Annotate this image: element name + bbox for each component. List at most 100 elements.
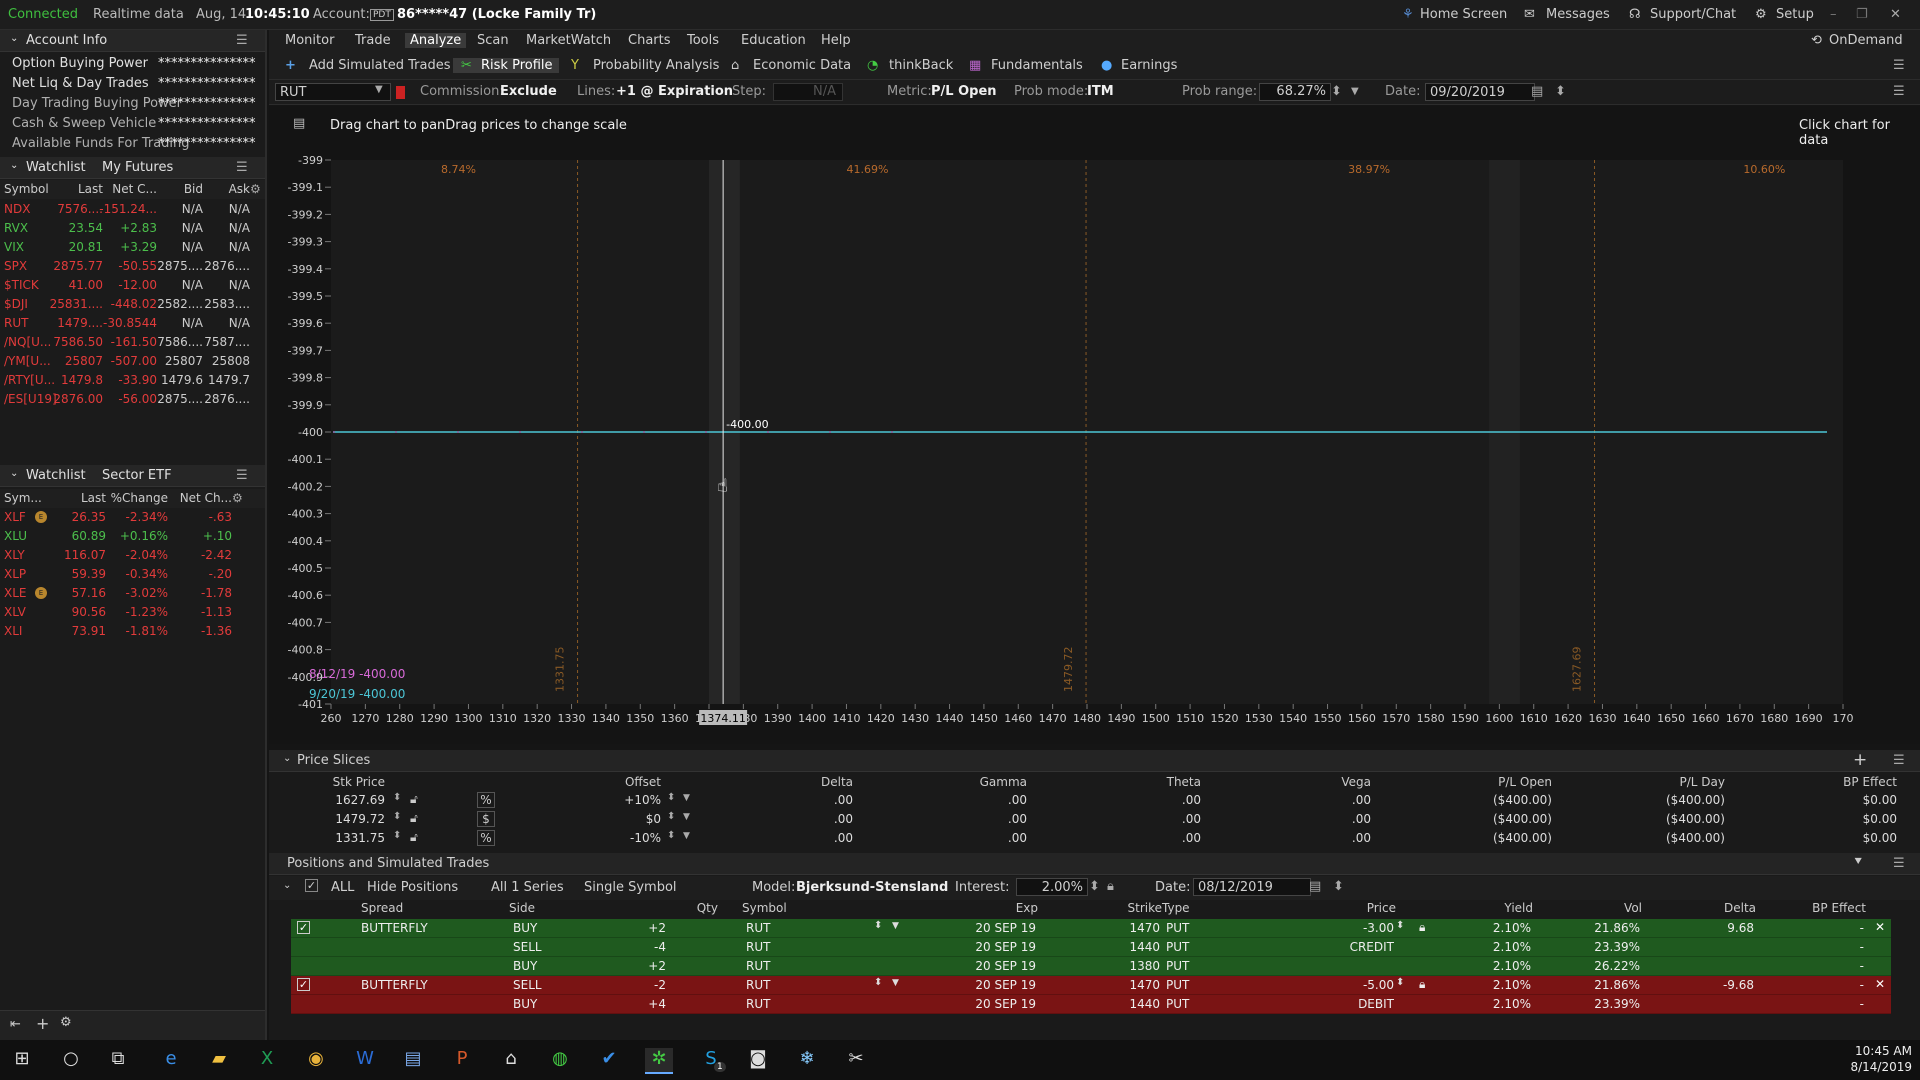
tab-thinkback[interactable]: thinkBack: [889, 58, 953, 73]
watchlist-header-2[interactable]: ⌄ Watchlist Sector ETF ☰: [0, 465, 265, 487]
menu-icon[interactable]: ☰: [236, 468, 248, 483]
account-selector[interactable]: 86*****47 (Locke Family Tr): [397, 7, 596, 22]
symbol-cell[interactable]: XLE: [4, 586, 27, 600]
column-header[interactable]: Yield: [1504, 901, 1533, 915]
date-input[interactable]: 09/20/2019: [1425, 83, 1535, 101]
symbol-cell[interactable]: /RTY[U...: [4, 373, 55, 387]
column-header[interactable]: Qty: [697, 901, 718, 915]
step-input[interactable]: N/A: [773, 83, 843, 101]
position-spread-cell[interactable]: BUTTERFLY: [361, 978, 428, 992]
watchlist-row[interactable]: RVX 23.54 +2.83 N/A N/A: [0, 219, 265, 238]
price-slices-header[interactable]: ⌄ Price Slices + ☰: [269, 750, 1920, 772]
prob-range-input[interactable]: 68.27%: [1259, 83, 1331, 101]
messages-link[interactable]: Messages: [1546, 7, 1610, 22]
position-side-cell[interactable]: BUY: [513, 959, 537, 973]
symbol-cell[interactable]: $TICK: [4, 278, 39, 292]
position-side-cell[interactable]: BUY: [513, 921, 537, 935]
column-header[interactable]: Spread: [361, 901, 403, 915]
symbol-cell[interactable]: XLP: [4, 567, 26, 581]
symbol-cell[interactable]: $DJI: [4, 297, 28, 311]
price-stepper[interactable]: ⬍: [1396, 920, 1404, 931]
menu-marketwatch[interactable]: MarketWatch: [526, 33, 611, 48]
symbol-cell[interactable]: /ES[U19]: [4, 392, 57, 406]
watchlist-row[interactable]: XLV 90.56 -1.23% -1.13: [0, 603, 265, 622]
watchlist-row[interactable]: $DJI 25831.... -448.02 2582.... 2583....: [0, 295, 265, 314]
metric-dropdown[interactable]: P/L Open: [931, 84, 997, 99]
prob-mode-dropdown[interactable]: ITM: [1087, 84, 1114, 99]
position-row[interactable]: ✓ BUTTERFLY BUY +2 RUT 20 SEP 19 1470 PUT -3.00 2…: [291, 919, 1891, 938]
symbol-cell[interactable]: RUT: [4, 316, 28, 330]
snowflake-icon[interactable]: ❄: [793, 1048, 821, 1074]
word-icon[interactable]: W: [351, 1048, 379, 1074]
chevron-down-icon[interactable]: ▼: [683, 812, 690, 822]
column-header[interactable]: Theta: [1167, 775, 1201, 789]
store-icon[interactable]: ⌂: [497, 1048, 525, 1074]
menu-icon[interactable]: ☰: [1893, 856, 1905, 871]
watchlist-row[interactable]: $TICK 41.00 -12.00 N/A N/A: [0, 276, 265, 295]
watchlist-row[interactable]: /ES[U19] 2876.00 -56.00 2875.... 2876....: [0, 390, 265, 409]
slice-stk-cell[interactable]: 1479.72: [335, 812, 385, 826]
support-icon[interactable]: ☊: [1629, 7, 1641, 22]
column-header[interactable]: BP Effect: [1843, 775, 1897, 789]
position-qty-cell[interactable]: +4: [648, 997, 666, 1011]
column-header[interactable]: Offset: [625, 775, 661, 789]
column-header[interactable]: P/L Day: [1680, 775, 1725, 789]
symbol-cell[interactable]: VIX: [4, 240, 24, 254]
model-dropdown[interactable]: Bjerksund-Stensland: [796, 880, 948, 895]
menu-trade[interactable]: Trade: [355, 33, 391, 48]
home-icon[interactable]: ⚘: [1402, 7, 1414, 22]
symbol-cell[interactable]: XLY: [4, 548, 25, 562]
minimize-icon[interactable]: –: [1830, 7, 1837, 22]
symbol-cell[interactable]: XLU: [4, 529, 27, 543]
date-stepper[interactable]: ⬍: [1555, 84, 1566, 99]
qty-stepper[interactable]: ⬍: [874, 920, 882, 931]
edge-icon[interactable]: e: [157, 1048, 185, 1074]
watchlist-row[interactable]: /YM[U... 25807 -507.00 25807 25808: [0, 352, 265, 371]
watchlist-row[interactable]: XLI 73.91 -1.81% -1.36: [0, 622, 265, 641]
interest-input[interactable]: 2.00%: [1016, 878, 1088, 896]
watchlist-row[interactable]: XLP 59.39 -0.34% -.20: [0, 565, 265, 584]
notepad-icon[interactable]: ▤: [399, 1048, 427, 1074]
remove-row-icon[interactable]: ✕: [1875, 977, 1885, 991]
symbol-cell[interactable]: /YM[U...: [4, 354, 51, 368]
remove-row-icon[interactable]: ✕: [1875, 920, 1885, 934]
chrome-icon[interactable]: ◉: [302, 1048, 330, 1074]
qty-stepper[interactable]: ⬍: [874, 977, 882, 988]
offset-unit-toggle[interactable]: %: [477, 830, 495, 846]
watchlist-row[interactable]: SPX 2875.77 -50.55 2875.... 2876....: [0, 257, 265, 276]
symbol-cell[interactable]: /NQ[U...: [4, 335, 51, 349]
position-row[interactable]: ✓ BUTTERFLY SELL -2 RUT 20 SEP 19 1470 PUT -5.00…: [291, 976, 1891, 995]
chevron-down-icon[interactable]: ▼: [683, 831, 690, 841]
position-row[interactable]: SELL -4 RUT 20 SEP 19 1440 PUT CREDIT 2.10% 23.3…: [291, 938, 1891, 957]
watchlist-row[interactable]: /RTY[U... 1479.8 -33.90 1479.6 1479.7: [0, 371, 265, 390]
gear-icon[interactable]: ⚙: [1755, 7, 1767, 22]
menu-help[interactable]: Help: [821, 33, 851, 48]
column-header[interactable]: Delta: [1724, 901, 1756, 915]
close-icon[interactable]: ✕: [1890, 7, 1901, 22]
offset-stepper[interactable]: ⬍: [667, 830, 675, 841]
chart-settings-icon[interactable]: ▤: [293, 116, 305, 131]
tab-add-simulated-trades[interactable]: Add Simulated Trades: [309, 58, 451, 73]
ondemand-icon[interactable]: ⟲: [1811, 33, 1822, 48]
risk-profile-chart[interactable]: ▤ Drag chart to panDrag prices to change…: [269, 106, 1920, 744]
menu-icon[interactable]: ☰: [1893, 84, 1905, 99]
watchlist-header[interactable]: ⌄ Watchlist My Futures ☰: [0, 157, 265, 179]
slice-stepper[interactable]: ⬍: [393, 811, 401, 822]
calendar-icon[interactable]: ▤: [1531, 84, 1543, 99]
windows-start-icon[interactable]: ⊞: [8, 1048, 36, 1074]
lock-icon[interactable]: 🔒︎: [1419, 920, 1425, 935]
gear-icon[interactable]: ⚙: [232, 491, 243, 505]
watchlist-row[interactable]: VIX 20.81 +3.29 N/A N/A: [0, 238, 265, 257]
column-header[interactable]: BP Effect: [1812, 901, 1866, 915]
interest-stepper[interactable]: ⬍: [1089, 879, 1100, 894]
position-qty-cell[interactable]: +2: [648, 959, 666, 973]
row-checkbox[interactable]: ✓: [297, 921, 310, 934]
collapse-icon[interactable]: ⇤: [10, 1017, 21, 1032]
column-header[interactable]: Bid: [184, 182, 203, 196]
column-header[interactable]: Ask: [229, 182, 250, 196]
slice-offset-cell[interactable]: -10%: [630, 831, 661, 845]
column-header[interactable]: Vol: [1624, 901, 1642, 915]
position-side-cell[interactable]: SELL: [513, 940, 542, 954]
chevron-down-icon[interactable]: ▼: [892, 921, 899, 931]
slice-stk-cell[interactable]: 1331.75: [335, 831, 385, 845]
